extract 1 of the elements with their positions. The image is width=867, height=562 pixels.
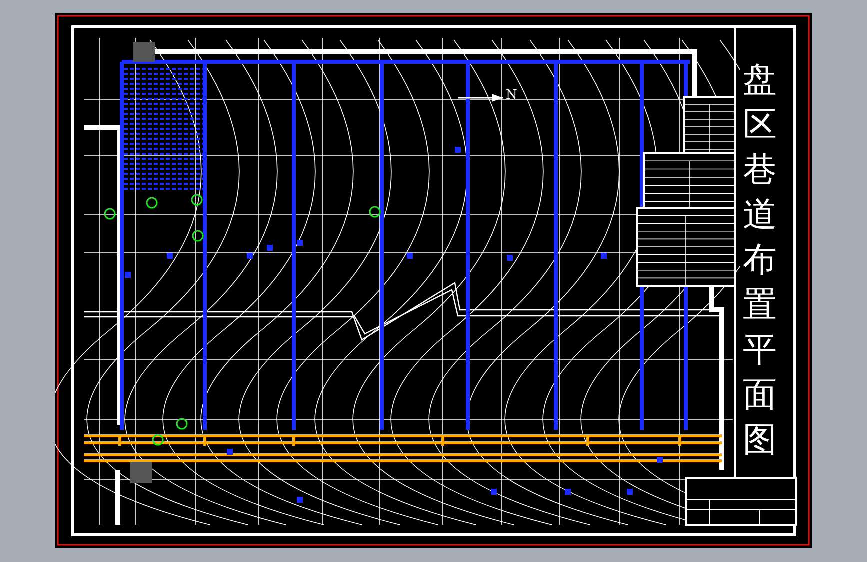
north-label: N (506, 89, 518, 102)
